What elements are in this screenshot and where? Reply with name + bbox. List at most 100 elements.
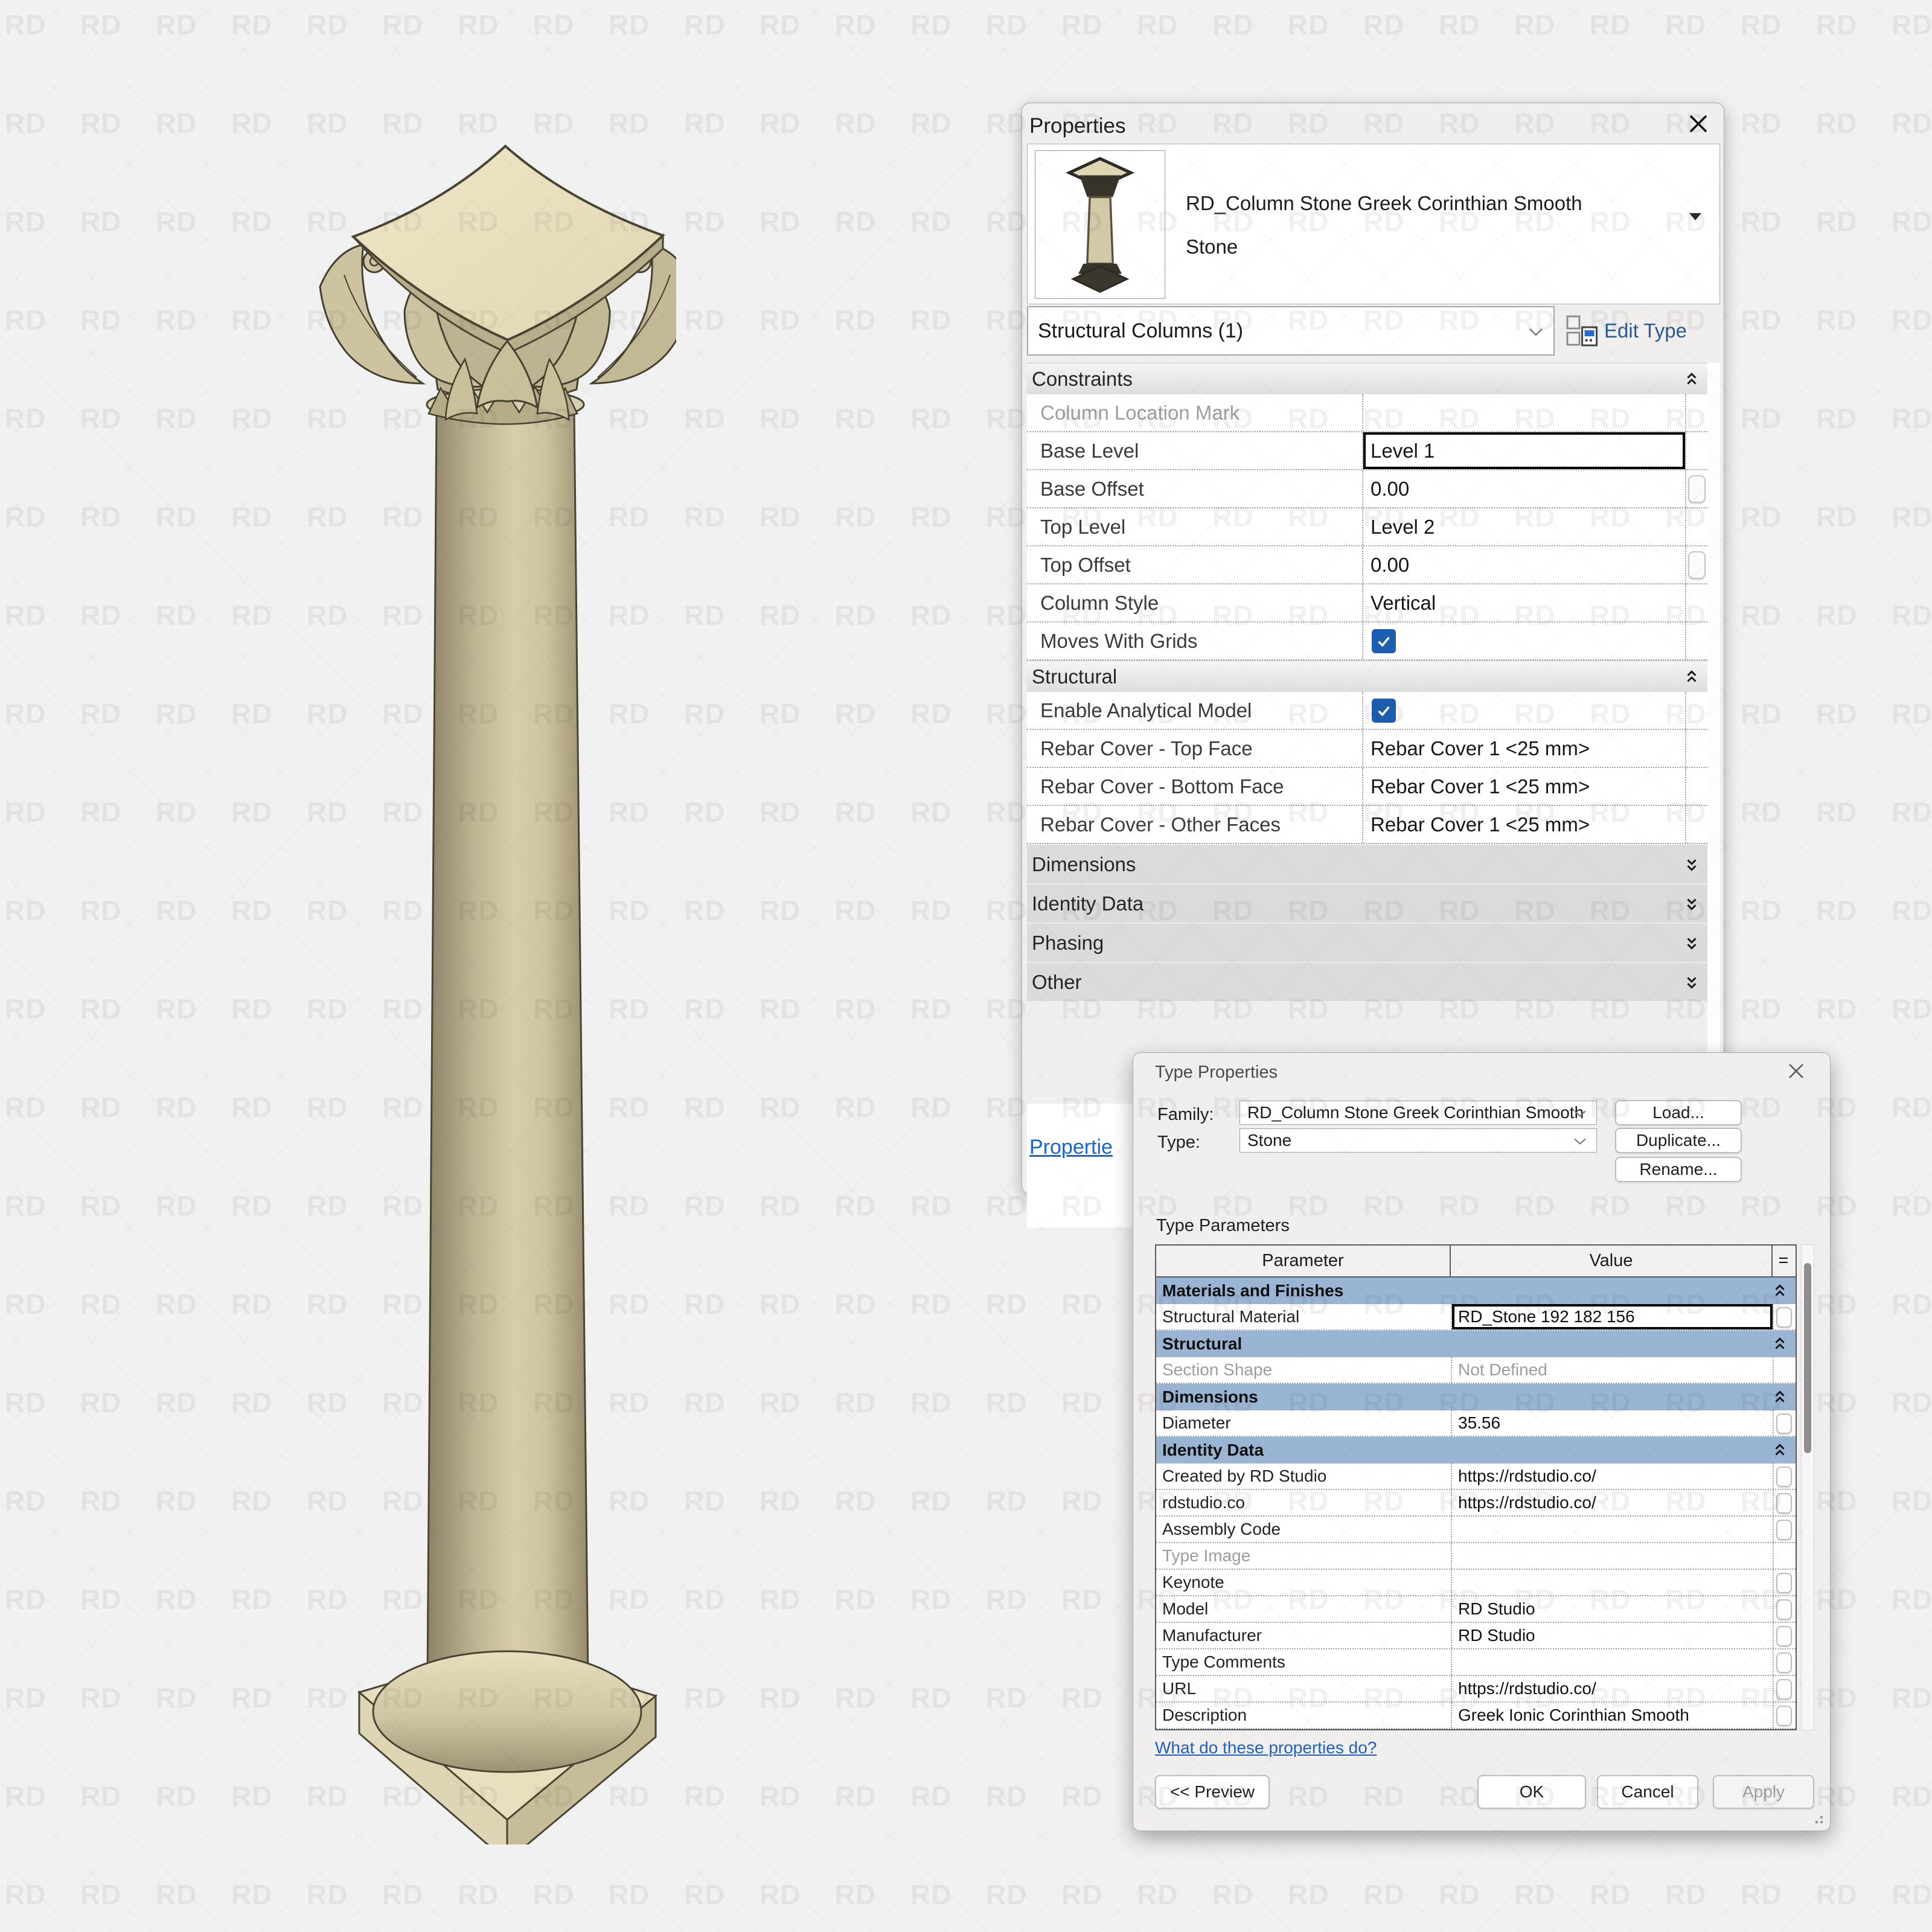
type-comments-label: Type Comments <box>1162 1652 1285 1671</box>
moves-with-grids-checkbox[interactable] <box>1372 629 1396 653</box>
watermark-text: RD <box>1212 9 1254 40</box>
rebar-cover-bottom-face-side-cell <box>1685 768 1707 805</box>
moves-with-grids-value-cell[interactable] <box>1362 622 1685 659</box>
associate-parameter-button[interactable] <box>1776 1706 1792 1726</box>
type-selector[interactable]: RD_Column Stone Greek Corinthian Smooth … <box>1027 144 1720 304</box>
section-header-structural[interactable]: Structural <box>1027 661 1707 692</box>
rebar-cover-bottom-face-value-cell[interactable]: Rebar Cover 1 <25 mm> <box>1362 768 1685 805</box>
parameter-group-materials-and-finishes[interactable]: Materials and Finishes <box>1156 1278 1796 1304</box>
family-combobox[interactable]: RD_Column Stone Greek Corinthian Smooth <box>1239 1101 1597 1125</box>
model-eq-cell <box>1773 1596 1794 1622</box>
rdstudio-co-value-cell[interactable]: https://rdstudio.co/ <box>1451 1490 1773 1515</box>
watermark-text: RD <box>684 600 726 631</box>
parameter-group-identity-data[interactable]: Identity Data <box>1156 1437 1796 1463</box>
chevron-collapse-icon[interactable] <box>1773 1389 1787 1405</box>
properties-help-link[interactable]: What do these properties do? <box>1155 1738 1377 1758</box>
close-icon[interactable] <box>1786 1061 1806 1081</box>
manufacturer-value-cell[interactable]: RD Studio <box>1451 1623 1773 1648</box>
top-offset-value-cell[interactable]: 0.00 <box>1362 546 1685 583</box>
watermark-text: RD <box>156 600 197 631</box>
chevron-expand-icon[interactable] <box>1684 935 1699 951</box>
enable-analytical-model-value-cell[interactable] <box>1362 692 1685 729</box>
panel-scroll-strip[interactable] <box>1707 363 1720 1104</box>
chevron-expand-icon[interactable] <box>1684 896 1699 912</box>
type-dropdown-icon[interactable] <box>1688 212 1703 222</box>
associate-parameter-button[interactable] <box>1688 551 1706 579</box>
section-shape-value-cell[interactable]: Not Defined <box>1451 1357 1773 1383</box>
load-button[interactable]: Load... <box>1615 1100 1742 1125</box>
type-image-value-cell[interactable] <box>1451 1543 1773 1569</box>
chevron-collapse-icon[interactable] <box>1684 669 1699 685</box>
type-combobox[interactable]: Stone <box>1239 1128 1597 1153</box>
preview-button[interactable]: << Preview <box>1155 1775 1270 1809</box>
associate-parameter-button[interactable] <box>1776 1493 1792 1514</box>
rebar-cover-top-face-value-cell[interactable]: Rebar Cover 1 <25 mm> <box>1362 730 1685 767</box>
watermark-text: RD <box>1892 1288 1932 1320</box>
close-icon[interactable] <box>1687 113 1709 135</box>
associate-parameter-button[interactable] <box>1776 1652 1792 1673</box>
watermark-text: RD <box>910 1682 952 1713</box>
structural-material-value-cell[interactable]: RD_Stone 192 182 156 <box>1451 1304 1773 1329</box>
watermark-text: RD <box>1892 796 1932 828</box>
resize-grip[interactable] <box>1809 1810 1825 1826</box>
chevron-collapse-icon[interactable] <box>1684 371 1699 387</box>
associate-parameter-button[interactable] <box>1776 1413 1792 1434</box>
type-label: Type: <box>1157 1133 1200 1152</box>
section-header-dimensions[interactable]: Dimensions <box>1027 844 1707 883</box>
created-by-rd-studio-value-cell[interactable]: https://rdstudio.co/ <box>1451 1463 1773 1489</box>
edit-type-button[interactable]: Edit Type <box>1566 310 1721 352</box>
watermark-text: RD <box>684 1879 726 1910</box>
watermark-text: RD <box>1061 1780 1103 1812</box>
apply-button[interactable]: Apply <box>1713 1775 1814 1809</box>
watermark-text: RD <box>80 1387 122 1418</box>
rename-button[interactable]: Rename... <box>1615 1157 1742 1182</box>
section-header-phasing[interactable]: Phasing <box>1027 923 1707 962</box>
section-header-identity-data[interactable]: Identity Data <box>1027 883 1707 923</box>
associate-parameter-button[interactable] <box>1776 1467 1792 1487</box>
watermark-text: RD <box>910 1780 952 1812</box>
column-location-mark-value-cell[interactable] <box>1362 394 1685 431</box>
section-header-other[interactable]: Other <box>1027 962 1707 1001</box>
chevron-collapse-icon[interactable] <box>1773 1336 1787 1352</box>
rebar-cover-other-faces-value-cell[interactable]: Rebar Cover 1 <25 mm> <box>1362 806 1685 843</box>
keynote-value-cell[interactable] <box>1451 1570 1773 1595</box>
chevron-collapse-icon[interactable] <box>1773 1442 1787 1458</box>
watermark-text: RD <box>156 796 197 828</box>
chevron-expand-icon[interactable] <box>1684 857 1699 872</box>
description-value-cell[interactable]: Greek Ionic Corinthian Smooth <box>1451 1703 1773 1728</box>
associate-parameter-button[interactable] <box>1776 1599 1792 1620</box>
model-value-cell[interactable]: RD Studio <box>1451 1596 1773 1622</box>
chevron-expand-icon[interactable] <box>1684 974 1699 990</box>
top-level-value-cell[interactable]: Level 2 <box>1362 508 1685 545</box>
associate-parameter-button[interactable] <box>1776 1520 1792 1540</box>
watermark-text: RD <box>986 1682 1028 1713</box>
associate-parameter-button[interactable] <box>1776 1626 1792 1646</box>
associate-parameter-button[interactable] <box>1688 475 1706 503</box>
base-offset-value-cell[interactable]: 0.00 <box>1362 470 1685 507</box>
watermark-text: RD <box>684 1288 726 1320</box>
parameter-group-dimensions[interactable]: Dimensions <box>1156 1384 1796 1410</box>
base-level-value-cell[interactable]: Level 1 <box>1362 432 1685 469</box>
parameter-group-structural[interactable]: Structural <box>1156 1331 1796 1357</box>
url-value-cell[interactable]: https://rdstudio.co/ <box>1451 1676 1773 1701</box>
duplicate-button[interactable]: Duplicate... <box>1615 1128 1742 1153</box>
category-combobox[interactable]: Structural Columns (1) <box>1027 306 1555 356</box>
chevron-collapse-icon[interactable] <box>1773 1283 1787 1299</box>
parameter-column-header: Parameter <box>1156 1246 1451 1276</box>
ok-button[interactable]: OK <box>1477 1775 1586 1809</box>
section-header-constraints[interactable]: Constraints <box>1027 363 1707 394</box>
enable-analytical-model-checkbox[interactable] <box>1372 698 1396 723</box>
table-scrollbar[interactable] <box>1801 1244 1814 1730</box>
watermark-text: RD <box>1816 107 1858 139</box>
scrollbar-thumb[interactable] <box>1804 1263 1811 1453</box>
associate-parameter-button[interactable] <box>1776 1573 1792 1593</box>
assembly-code-value-cell[interactable] <box>1451 1517 1773 1542</box>
associate-parameter-button[interactable] <box>1776 1679 1792 1700</box>
associate-parameter-button[interactable] <box>1776 1307 1792 1328</box>
properties-help-link[interactable]: Propertie <box>1029 1136 1113 1159</box>
column-style-value-cell[interactable]: Vertical <box>1362 584 1685 621</box>
diameter-value-cell[interactable]: 35.56 <box>1451 1410 1773 1436</box>
property-row-top-offset: Top Offset 0.00 <box>1027 546 1707 584</box>
type-comments-value-cell[interactable] <box>1451 1649 1773 1675</box>
cancel-button[interactable]: Cancel <box>1597 1775 1698 1809</box>
